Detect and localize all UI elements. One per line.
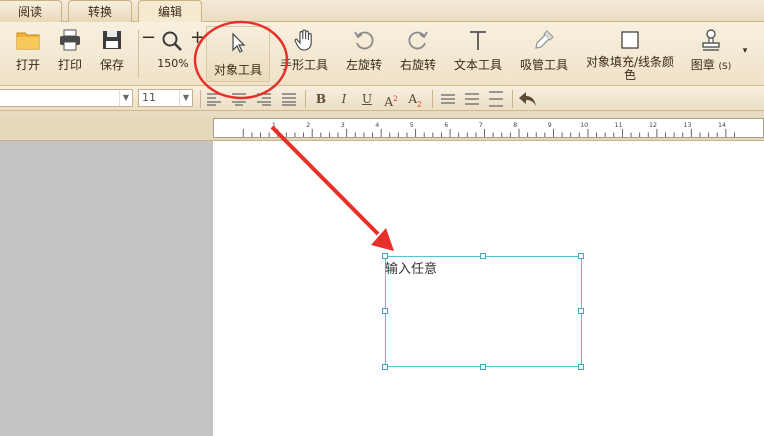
- ribbon-more-button[interactable]: ▾: [740, 46, 750, 58]
- horizontal-ruler[interactable]: 1 2 3 4 5 6 7 8 9 10 11 12 13 14: [213, 118, 764, 138]
- print-button[interactable]: 打印: [51, 28, 89, 82]
- ruler-label: 9: [548, 122, 552, 129]
- hand-tool-button[interactable]: 手形工具: [277, 28, 331, 82]
- subscript-button[interactable]: A2: [405, 90, 425, 108]
- superscript-button[interactable]: A2: [381, 90, 401, 109]
- chevron-down-icon: ▼: [119, 90, 132, 106]
- fill-color-button[interactable]: 对象填充/线条颜 色: [582, 28, 678, 82]
- undo-arrow-icon[interactable]: [518, 90, 538, 108]
- eyedropper-tool-button[interactable]: 吸管工具: [516, 28, 572, 82]
- line-spacing-double-icon[interactable]: [488, 91, 504, 107]
- object-tool-label: 对象工具: [213, 63, 262, 77]
- rotate-left-label: 左旋转: [345, 58, 382, 72]
- cursor-arrow-icon: [232, 32, 246, 53]
- text-t-icon: [470, 31, 486, 50]
- resize-handle-top-middle[interactable]: [480, 253, 486, 259]
- format-divider: [200, 90, 201, 108]
- subscript-letter: A: [408, 92, 418, 106]
- chevron-down-icon: ▼: [179, 90, 192, 106]
- eyedropper-label: 吸管工具: [519, 58, 568, 72]
- resize-handle-bottom-right[interactable]: [578, 364, 584, 370]
- align-right-icon[interactable]: [256, 92, 272, 106]
- font-size-value: 11: [142, 91, 156, 104]
- superscript-letter: A: [384, 95, 394, 109]
- ruler-label: 1: [272, 122, 276, 129]
- format-bar: ▼ 11 ▼ B I U A2 A2: [0, 86, 764, 111]
- magnifier-icon[interactable]: [161, 30, 183, 52]
- ruler-label: 5: [410, 122, 414, 129]
- print-label: 打印: [57, 58, 82, 72]
- rotate-right-button[interactable]: 右旋转: [397, 28, 439, 82]
- superscript-mark: 2: [393, 95, 398, 103]
- hand-icon: [294, 29, 312, 51]
- ruler-label: 8: [513, 122, 517, 129]
- workspace-background: [0, 141, 213, 436]
- stamp-shortcut: (S): [718, 62, 732, 72]
- ruler-label: 13: [683, 122, 691, 129]
- color-square-icon: [621, 31, 639, 49]
- rotate-left-button[interactable]: 左旋转: [343, 28, 385, 82]
- tab-convert[interactable]: 转换: [68, 0, 132, 22]
- resize-handle-middle-right[interactable]: [578, 308, 584, 314]
- ruler-label: 11: [615, 122, 623, 129]
- stamp-button[interactable]: 图章 (S): [687, 28, 735, 82]
- save-label: 保存: [99, 58, 124, 72]
- align-center-icon[interactable]: [231, 92, 247, 106]
- ruler-label: 3: [341, 122, 345, 129]
- rotate-left-icon: [354, 31, 374, 50]
- fill-color-label-line1: 对象填充/线条颜: [585, 55, 675, 69]
- italic-button[interactable]: I: [334, 90, 354, 108]
- hand-tool-label: 手形工具: [279, 58, 328, 72]
- resize-handle-top-right[interactable]: [578, 253, 584, 259]
- folder-icon: [16, 32, 40, 50]
- save-button[interactable]: 保存: [93, 28, 131, 82]
- zoom-level[interactable]: 150%: [152, 57, 194, 71]
- ruler-label: 2: [306, 122, 310, 129]
- object-tool-button[interactable]: 对象工具: [206, 26, 270, 82]
- ruler-label: 12: [649, 122, 657, 129]
- underline-button[interactable]: U: [357, 90, 377, 108]
- bold-button[interactable]: B: [311, 90, 331, 108]
- format-divider: [432, 90, 433, 108]
- align-left-icon[interactable]: [206, 92, 222, 106]
- zoom-out-button[interactable]: −: [141, 28, 156, 48]
- rotate-right-icon: [408, 31, 428, 50]
- zoom-in-button[interactable]: +: [190, 28, 205, 48]
- font-size-select[interactable]: 11 ▼: [138, 89, 193, 107]
- resize-handle-bottom-left[interactable]: [382, 364, 388, 370]
- resize-handle-middle-left[interactable]: [382, 308, 388, 314]
- save-icon: [103, 31, 121, 49]
- printer-icon: [60, 29, 80, 51]
- tab-edit[interactable]: 编辑: [138, 0, 202, 22]
- ruler-label: 7: [479, 122, 483, 129]
- line-spacing-single-icon[interactable]: [440, 92, 456, 106]
- ruler-label: 4: [375, 122, 379, 129]
- subscript-mark: 2: [417, 100, 422, 109]
- format-divider: [512, 90, 513, 108]
- ruler-label: 14: [718, 122, 726, 129]
- stamp-label: 图章: [690, 58, 715, 72]
- ribbon-toolbar: 打开 打印 保存 − + 150% 对象工具 手形工具 左旋转 右旋转 文本工具…: [0, 22, 764, 86]
- align-justify-icon[interactable]: [281, 92, 297, 106]
- format-divider: [305, 90, 306, 108]
- resize-handle-bottom-middle[interactable]: [480, 364, 486, 370]
- text-tool-button[interactable]: 文本工具: [450, 28, 506, 82]
- ruler-label: 6: [444, 122, 448, 129]
- text-object-content[interactable]: 输入任意: [385, 258, 437, 277]
- open-label: 打开: [15, 58, 40, 72]
- open-button[interactable]: 打开: [9, 28, 47, 82]
- ruler-label: 10: [580, 122, 588, 129]
- fill-color-label-line2: 色: [623, 68, 636, 82]
- font-family-select[interactable]: ▼: [0, 89, 133, 107]
- fill-color-label: 对象填充/线条颜 色: [582, 56, 678, 82]
- stamp-icon: [702, 29, 720, 51]
- tab-read[interactable]: 阅读: [0, 0, 62, 22]
- toolbar-divider: [138, 30, 139, 78]
- ruler-row: 1 2 3 4 5 6 7 8 9 10 11 12 13 14: [0, 117, 764, 141]
- text-tool-label: 文本工具: [453, 58, 502, 72]
- line-spacing-medium-icon[interactable]: [464, 92, 480, 106]
- ribbon-tab-bar: 阅读 转换 编辑: [0, 0, 764, 22]
- eyedropper-icon: [535, 30, 554, 49]
- rotate-right-label: 右旋转: [399, 58, 436, 72]
